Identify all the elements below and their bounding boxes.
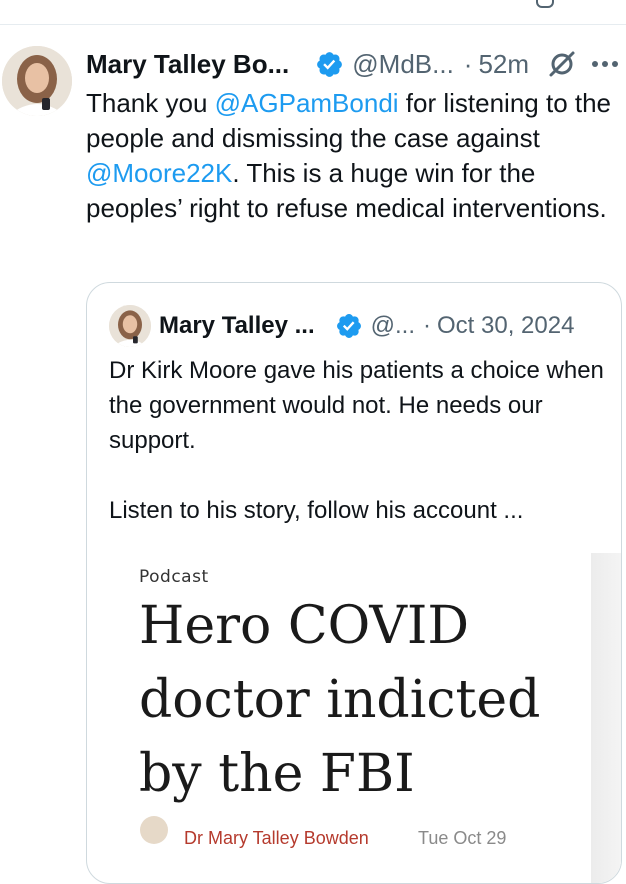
mention-link[interactable]: @Moore22K bbox=[86, 158, 232, 188]
quoted-author-name[interactable]: Mary Talley ... bbox=[159, 312, 315, 340]
author-handle[interactable]: @MdB... bbox=[352, 49, 454, 80]
quoted-date[interactable]: Oct 30, 2024 bbox=[437, 312, 574, 340]
podcast-label: Podcast bbox=[139, 567, 209, 587]
top-divider bbox=[0, 24, 626, 25]
mention-link[interactable]: @AGPamBondi bbox=[215, 88, 399, 118]
separator-dot: · bbox=[423, 312, 431, 339]
action-icon[interactable] bbox=[536, 0, 554, 8]
quoted-avatar[interactable] bbox=[109, 305, 151, 347]
tweet-text: Thank you @AGPamBondi for listening to t… bbox=[86, 86, 626, 226]
tweet-header: Mary Talley Bo... @MdB... · 52m bbox=[86, 44, 619, 84]
verified-badge-icon bbox=[336, 314, 361, 338]
quoted-spacer bbox=[109, 458, 609, 493]
grok-icon[interactable] bbox=[547, 49, 577, 79]
image-edge bbox=[591, 553, 621, 883]
verified-badge-icon bbox=[317, 51, 343, 77]
more-options-icon[interactable] bbox=[591, 59, 619, 69]
tweet-time[interactable]: 52m bbox=[478, 49, 529, 80]
quoted-author-handle[interactable]: @... bbox=[371, 312, 415, 340]
quoted-tweet[interactable]: Mary Talley ... @... · Oct 30, 2024 Dr K… bbox=[86, 282, 622, 884]
author-name[interactable]: Mary Talley Bo... bbox=[86, 49, 289, 80]
quoted-paragraph: Dr Kirk Moore gave his patients a choice… bbox=[109, 357, 604, 454]
separator-dot: · bbox=[463, 48, 473, 79]
quoted-header: Mary Talley ... @... · Oct 30, 2024 bbox=[159, 307, 574, 345]
card-headline: Hero COVID doctor indicted by the FBI bbox=[139, 596, 541, 804]
avatar[interactable] bbox=[2, 46, 72, 116]
quoted-paragraph: Listen to his story, follow his account … bbox=[109, 497, 524, 524]
byline-avatar bbox=[140, 816, 168, 844]
tweet-text-segment: Thank you bbox=[86, 88, 215, 118]
quoted-text: Dr Kirk Moore gave his patients a choice… bbox=[109, 353, 609, 528]
